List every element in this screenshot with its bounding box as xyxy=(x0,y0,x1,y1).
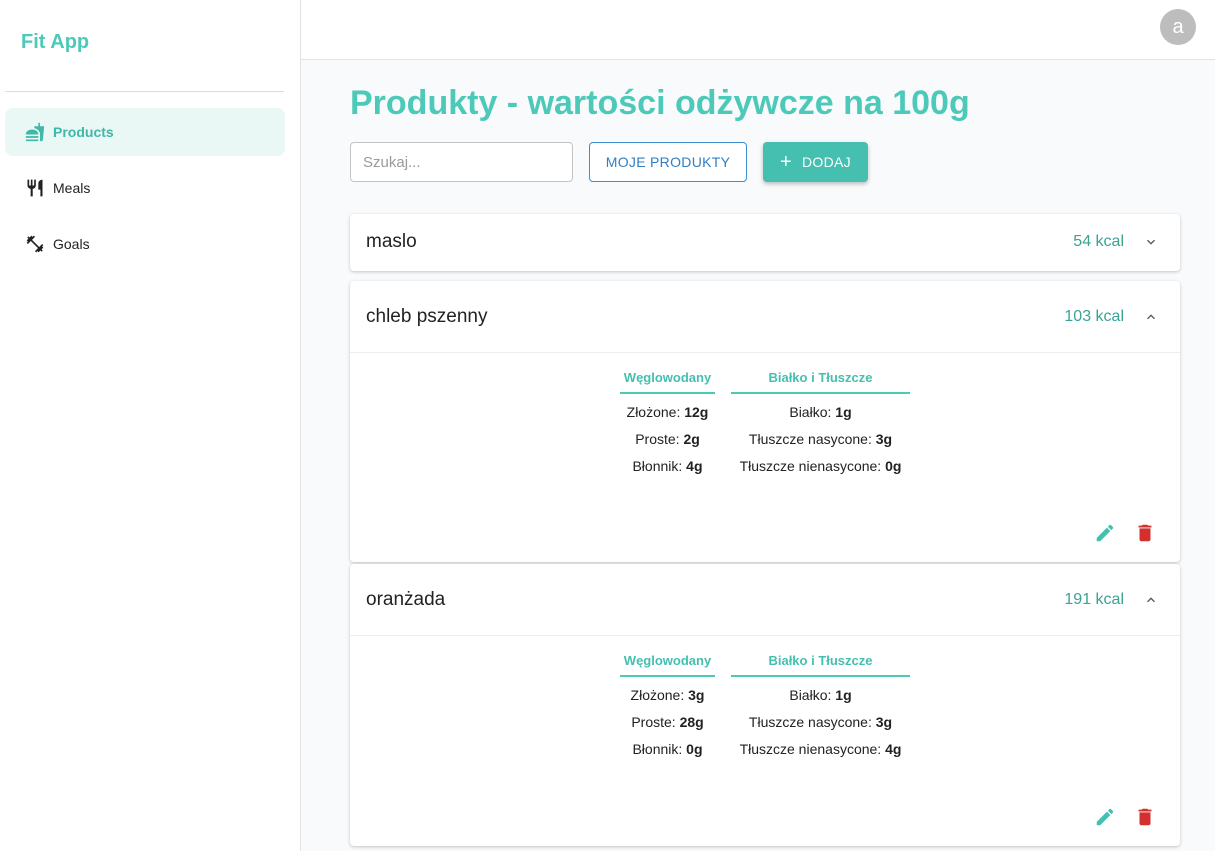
carbs-header: Węglowodany xyxy=(620,370,715,394)
product-card-header[interactable]: maslo 54 kcal xyxy=(350,214,1180,270)
product-card: chleb pszenny 103 kcal Węglowodany Złożo… xyxy=(350,281,1180,562)
my-products-button[interactable]: MOJE PRODUKTY xyxy=(589,142,747,182)
protein-row: Białko: 1g xyxy=(789,687,852,703)
product-card-header[interactable]: oranżada 191 kcal xyxy=(350,564,1180,636)
product-kcal: 54 kcal xyxy=(1073,233,1124,250)
complex-carbs-row: Złożone: 3g xyxy=(630,687,705,703)
sidebar-item-label: Meals xyxy=(53,180,91,196)
fiber-row: Błonnik: 0g xyxy=(632,741,703,757)
saturated-fat-row: Tłuszcze nasycone: 3g xyxy=(748,431,893,447)
avatar[interactable]: a xyxy=(1160,9,1196,45)
protein-fat-column: Białko i Tłuszcze Białko: 1g Tłuszcze na… xyxy=(731,653,910,758)
fitness-icon xyxy=(24,233,46,255)
product-name: chleb pszenny xyxy=(366,305,488,327)
sidebar: Fit App Products Meals Goals xyxy=(0,0,301,851)
fiber-row: Błonnik: 4g xyxy=(632,458,703,474)
sidebar-item-products[interactable]: Products xyxy=(5,108,285,156)
add-button-label: DODAJ xyxy=(802,154,851,170)
protein-fat-header: Białko i Tłuszcze xyxy=(731,370,910,394)
product-name: maslo xyxy=(366,231,417,252)
product-kcal: 191 kcal xyxy=(1064,590,1124,608)
carbs-column: Węglowodany Złożone: 12g Proste: 2g Błon… xyxy=(620,370,715,475)
protein-fat-column: Białko i Tłuszcze Białko: 1g Tłuszcze na… xyxy=(731,370,910,475)
sidebar-divider xyxy=(5,91,284,92)
top-bar: a xyxy=(301,0,1215,60)
card-actions xyxy=(1094,806,1156,828)
protein-row: Białko: 1g xyxy=(789,404,852,420)
unsaturated-fat-row: Tłuszcze nienasycone: 4g xyxy=(739,741,902,757)
delete-icon[interactable] xyxy=(1134,806,1156,828)
chevron-up-icon[interactable] xyxy=(1142,308,1160,326)
sidebar-nav: Products Meals Goals xyxy=(5,108,285,276)
search-input[interactable] xyxy=(350,142,573,182)
fastfood-icon xyxy=(24,121,46,143)
edit-icon[interactable] xyxy=(1094,522,1116,544)
protein-fat-header: Białko i Tłuszcze xyxy=(731,653,910,677)
unsaturated-fat-row: Tłuszcze nienasycone: 0g xyxy=(739,458,902,474)
card-actions xyxy=(1094,522,1156,544)
carbs-header: Węglowodany xyxy=(620,653,715,677)
saturated-fat-row: Tłuszcze nasycone: 3g xyxy=(748,714,893,730)
plus-icon: + xyxy=(780,151,793,173)
page-title: Produkty - wartości odżywcze na 100g xyxy=(350,84,970,122)
product-card: maslo 54 kcal xyxy=(350,214,1180,271)
sidebar-item-meals[interactable]: Meals xyxy=(5,164,285,212)
chevron-down-icon[interactable] xyxy=(1142,233,1160,251)
product-kcal: 103 kcal xyxy=(1064,307,1124,325)
simple-carbs-row: Proste: 2g xyxy=(635,431,700,447)
sidebar-item-label: Goals xyxy=(53,236,90,252)
sidebar-item-label: Products xyxy=(53,124,114,140)
complex-carbs-row: Złożone: 12g xyxy=(626,404,709,420)
restaurant-icon xyxy=(24,177,46,199)
product-card-header[interactable]: chleb pszenny 103 kcal xyxy=(350,281,1180,353)
product-card: oranżada 191 kcal Węglowodany Złożone: 3… xyxy=(350,564,1180,846)
app-brand[interactable]: Fit App xyxy=(21,31,89,54)
edit-icon[interactable] xyxy=(1094,806,1116,828)
product-name: oranżada xyxy=(366,588,446,610)
chevron-up-icon[interactable] xyxy=(1142,591,1160,609)
delete-icon[interactable] xyxy=(1134,522,1156,544)
simple-carbs-row: Proste: 28g xyxy=(631,714,704,730)
carbs-column: Węglowodany Złożone: 3g Proste: 28g Błon… xyxy=(620,653,715,758)
add-product-button[interactable]: + DODAJ xyxy=(763,142,868,182)
sidebar-item-goals[interactable]: Goals xyxy=(5,220,285,268)
